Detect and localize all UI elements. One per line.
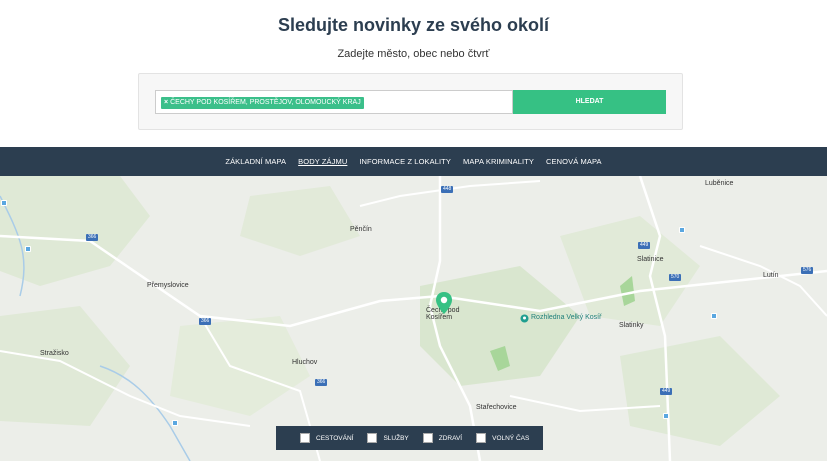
road-number: 366 (315, 379, 328, 386)
location-pin-icon[interactable] (435, 291, 453, 315)
filter-services[interactable]: SLUŽBY (367, 433, 409, 443)
filter-leisure-label: VOLNÝ ČAS (492, 434, 530, 442)
filter-health[interactable]: ZDRAVÍ (422, 433, 463, 443)
place-label: Přemyslovice (147, 282, 189, 289)
tower-poi-icon[interactable] (520, 314, 529, 323)
poi-filter-bar: CESTOVÁNÍ SLUŽBY ZDRAVÍ VOLNÝ ČAS (276, 426, 543, 450)
map-type-nav: ZÁKLADNÍ MAPA BODY ZÁJMU INFORMACE Z LOK… (0, 147, 827, 176)
nav-item-basic-map[interactable]: ZÁKLADNÍ MAPA (225, 157, 286, 166)
search-panel: × ČECHY POD KOSÍŘEM, PROSTĚJOV, OLOMOUCKÝ… (138, 73, 683, 130)
filter-travel-label: CESTOVÁNÍ (316, 434, 354, 442)
place-label: Hluchov (292, 359, 318, 366)
tag-remove-icon[interactable]: × (164, 99, 168, 106)
road-number: 576 (801, 267, 814, 274)
filter-health-label: ZDRAVÍ (438, 434, 463, 442)
bus-stop-icon[interactable] (1, 200, 7, 206)
map-view[interactable]: Luběnice Pěnčín Slatinice Lutín Přemyslo… (0, 176, 827, 461)
map-background (0, 176, 827, 461)
filter-travel-checkbox[interactable] (300, 433, 310, 443)
nav-item-crime-map[interactable]: MAPA KRIMINALITY (463, 157, 534, 166)
place-label: Pěnčín (350, 226, 372, 233)
nav-item-locality-info[interactable]: INFORMACE Z LOKALITY (359, 157, 451, 166)
filter-travel[interactable]: CESTOVÁNÍ (300, 433, 353, 443)
poi-label: Rozhledna Velký Kosíř (531, 314, 602, 321)
location-tag: × ČECHY POD KOSÍŘEM, PROSTĚJOV, OLOMOUCKÝ… (161, 97, 364, 109)
nav-item-price-map[interactable]: CENOVÁ MAPA (546, 157, 602, 166)
filter-leisure[interactable]: VOLNÝ ČAS (476, 433, 529, 443)
place-label: Stražisko (40, 350, 69, 357)
bus-stop-icon[interactable] (711, 313, 717, 319)
filter-services-checkbox[interactable] (367, 433, 378, 443)
bus-stop-icon[interactable] (679, 227, 685, 233)
bus-stop-icon[interactable] (663, 413, 669, 419)
nav-item-points-of-interest[interactable]: BODY ZÁJMU (298, 157, 347, 166)
road-number: 449 (638, 242, 651, 249)
filter-leisure-checkbox[interactable] (476, 433, 487, 443)
page-subtitle: Zadejte město, obec nebo čtvrť (337, 48, 490, 60)
place-label: Stařechovice (476, 404, 517, 411)
road-number: 366 (86, 234, 99, 241)
filter-services-label: SLUŽBY (383, 434, 409, 442)
location-tag-label: ČECHY POD KOSÍŘEM, PROSTĚJOV, OLOMOUCKÝ … (170, 99, 361, 106)
place-label: Lutín (763, 272, 779, 279)
place-label: Slatinky (619, 322, 644, 329)
hero-section: Sledujte novinky ze svého okolí Zadejte … (0, 0, 827, 147)
search-button[interactable]: HLEDAT (513, 90, 666, 114)
place-label: Slatinice (637, 256, 664, 263)
bus-stop-icon[interactable] (25, 246, 31, 252)
place-label: Luběnice (705, 180, 734, 187)
bus-stop-icon[interactable] (172, 420, 178, 426)
road-number: 366 (199, 318, 212, 325)
location-search-input[interactable]: × ČECHY POD KOSÍŘEM, PROSTĚJOV, OLOMOUCKÝ… (155, 90, 513, 114)
filter-health-checkbox[interactable] (422, 433, 433, 443)
road-number: 448 (441, 186, 454, 193)
road-number: 570 (669, 274, 682, 281)
road-number: 449 (660, 388, 673, 395)
page-title: Sledujte novinky ze svého okolí (277, 15, 550, 35)
